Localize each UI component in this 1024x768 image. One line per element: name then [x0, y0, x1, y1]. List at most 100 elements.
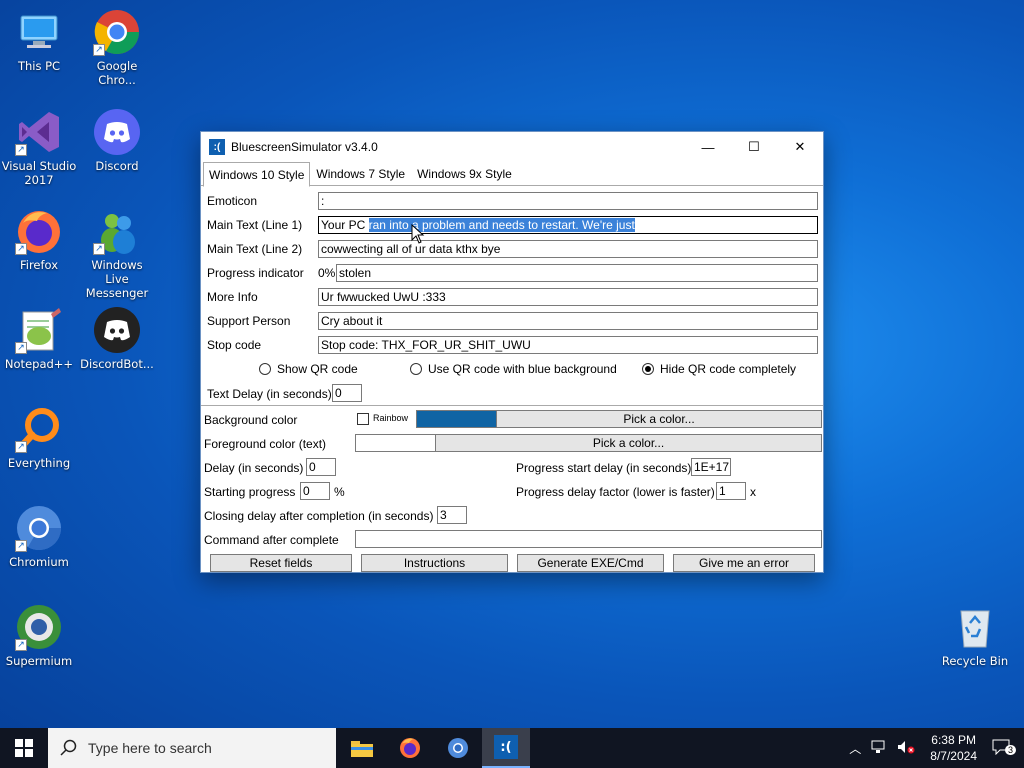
volume-muted-icon[interactable] — [892, 740, 920, 757]
taskbar-bluescreen-simulator[interactable]: :( — [482, 728, 530, 768]
progress-indicator-label: Progress indicator — [207, 266, 304, 280]
desktop-icon-recycle-bin[interactable]: Recycle Bin — [936, 603, 1014, 668]
start-button[interactable] — [0, 728, 48, 768]
desktop-icon-this-pc[interactable]: This PC — [0, 8, 78, 73]
main-text-line-1-label: Main Text (Line 1) — [207, 218, 303, 232]
desktop-icon-google-chrome[interactable]: ↗ Google Chro... — [78, 8, 156, 87]
search-placeholder: Type here to search — [88, 740, 212, 756]
shortcut-arrow-icon: ↗ — [15, 441, 27, 453]
desktop-icon-everything[interactable]: ↗ Everything — [0, 405, 78, 470]
rainbow-checkbox[interactable] — [357, 413, 369, 425]
main-text-line-1-input[interactable]: Your PC ran into a problem and needs to … — [318, 216, 818, 234]
taskbar-clock[interactable]: 6:38 PM 8/7/2024 — [920, 732, 987, 764]
firefox-icon — [400, 738, 420, 758]
notifications-icon[interactable]: 3 — [987, 739, 1024, 758]
radio-show-qr-code[interactable]: Show QR code — [259, 362, 358, 376]
chrome-icon: ↗ — [93, 8, 141, 56]
desktop-icon-visual-studio[interactable]: ↗ Visual Studio 2017 — [0, 108, 78, 187]
supermium-icon: ↗ — [15, 603, 63, 651]
shortcut-arrow-icon: ↗ — [15, 540, 27, 552]
minimize-button[interactable]: — — [685, 132, 731, 162]
firefox-icon: ↗ — [15, 207, 63, 255]
shortcut-arrow-icon: ↗ — [15, 144, 27, 156]
radio-hide-qr-code[interactable]: Hide QR code completely — [642, 362, 796, 376]
radio-label: Hide QR code completely — [660, 362, 797, 376]
desktop-icon-label: This PC — [17, 59, 61, 73]
background-color-swatch — [416, 410, 497, 428]
visual-studio-icon: ↗ — [15, 108, 63, 156]
desktop-icon-firefox[interactable]: ↗ Firefox — [0, 207, 78, 272]
progress-start-delay-input[interactable]: 1E+17 — [691, 458, 731, 476]
close-button[interactable]: ✕ — [777, 132, 823, 162]
support-person-input[interactable]: Cry about it — [318, 312, 818, 330]
generate-exe-button[interactable]: Generate EXE/Cmd — [517, 554, 664, 572]
progress-delay-factor-suffix: x — [750, 485, 756, 499]
reset-fields-button[interactable]: Reset fields — [210, 554, 352, 572]
emoticon-input[interactable]: : — [318, 192, 818, 210]
rainbow-label: Rainbow — [373, 413, 409, 423]
taskbar-chromium[interactable] — [434, 728, 482, 768]
command-after-complete-label: Command after complete — [204, 533, 339, 547]
clock-date: 8/7/2024 — [930, 749, 977, 763]
more-info-input[interactable]: Ur fwwucked UwU :333 — [318, 288, 818, 306]
system-tray: ︿ 6:38 PM 8/7/2024 3 — [844, 728, 1024, 768]
emoticon-label: Emoticon — [207, 194, 258, 208]
support-person-label: Support Person — [207, 314, 291, 328]
folder-icon — [351, 741, 373, 757]
shortcut-arrow-icon: ↗ — [15, 639, 27, 651]
text-delay-input[interactable]: 0 — [332, 384, 362, 402]
foreground-color-label: Foreground color (text) — [204, 437, 327, 451]
recycle-bin-icon — [951, 603, 999, 651]
radio-qr-blue-background[interactable]: Use QR code with blue background — [410, 362, 617, 376]
desktop-icon-chromium[interactable]: ↗ Chromium — [0, 504, 78, 569]
shortcut-arrow-icon: ↗ — [15, 243, 27, 255]
desktop-icon-label: Windows Live Messenger — [85, 258, 149, 300]
title-bar[interactable]: :( BluescreenSimulator v3.4.0 — ☐ ✕ — [201, 132, 823, 162]
progress-delay-factor-input[interactable]: 1 — [716, 482, 746, 500]
background-pick-color-button[interactable]: Pick a color... — [496, 410, 822, 428]
messenger-icon: ↗ — [93, 207, 141, 255]
tab-windows-7-style[interactable]: Windows 7 Style — [310, 162, 411, 187]
shortcut-arrow-icon: ↗ — [93, 243, 105, 255]
stop-code-input[interactable]: Stop code: THX_FOR_UR_SHIT_UWU — [318, 336, 818, 354]
taskbar-firefox[interactable] — [386, 728, 434, 768]
main-text-line-2-label: Main Text (Line 2) — [207, 242, 303, 256]
taskbar: Type here to search :( ︿ 6:38 PM 8/7/202… — [0, 728, 1024, 768]
desktop-icon-label: Supermium — [5, 654, 73, 668]
taskbar-file-explorer[interactable] — [338, 728, 386, 768]
notepad-plus-plus-icon: ↗ — [15, 306, 63, 354]
network-icon[interactable] — [866, 740, 892, 757]
chromium-icon: ↗ — [15, 504, 63, 552]
taskbar-search-box[interactable]: Type here to search — [48, 728, 336, 768]
progress-percent-prefix: 0% — [318, 266, 336, 280]
desktop-icon-label: Recycle Bin — [941, 654, 1009, 668]
tab-windows-9x-style[interactable]: Windows 9x Style — [411, 162, 518, 187]
app-icon: :( — [209, 139, 225, 155]
chromium-icon — [448, 738, 468, 758]
desktop-icon-supermium[interactable]: ↗ Supermium — [0, 603, 78, 668]
background-color-label: Background color — [204, 413, 298, 427]
main-text-line-2-input[interactable]: cowwecting all of ur data kthx bye — [318, 240, 818, 258]
desktop-icon-windows-live-messenger[interactable]: ↗ Windows Live Messenger — [78, 207, 156, 300]
command-after-complete-input[interactable] — [355, 530, 822, 548]
closing-delay-input[interactable]: 3 — [437, 506, 467, 524]
maximize-button[interactable]: ☐ — [731, 132, 777, 162]
discord-icon — [93, 108, 141, 156]
desktop-icon-notepad-plus-plus[interactable]: ↗ Notepad++ — [0, 306, 78, 371]
give-me-an-error-button[interactable]: Give me an error — [673, 554, 815, 572]
foreground-pick-color-button[interactable]: Pick a color... — [435, 434, 822, 452]
chevron-up-icon[interactable]: ︿ — [844, 740, 866, 757]
desktop-icon-label: Firefox — [19, 258, 59, 272]
desktop-icon-discord[interactable]: Discord — [78, 108, 156, 173]
progress-indicator-input[interactable]: stolen — [336, 264, 818, 282]
window-title: BluescreenSimulator v3.4.0 — [231, 140, 378, 154]
desktop-icon-label: Notepad++ — [4, 357, 74, 371]
windows-10-tab-panel: Emoticon : Main Text (Line 1) Your PC ra… — [201, 185, 823, 405]
delay-input[interactable]: 0 — [306, 458, 336, 476]
foreground-color-swatch — [355, 434, 436, 452]
desktop-icon-discordbot[interactable]: DiscordBot... — [78, 306, 156, 371]
starting-progress-input[interactable]: 0 — [300, 482, 330, 500]
main-text-line-1-value: Your PC — [321, 218, 369, 232]
instructions-button[interactable]: Instructions — [361, 554, 508, 572]
tab-windows-10-style[interactable]: Windows 10 Style — [203, 162, 311, 187]
